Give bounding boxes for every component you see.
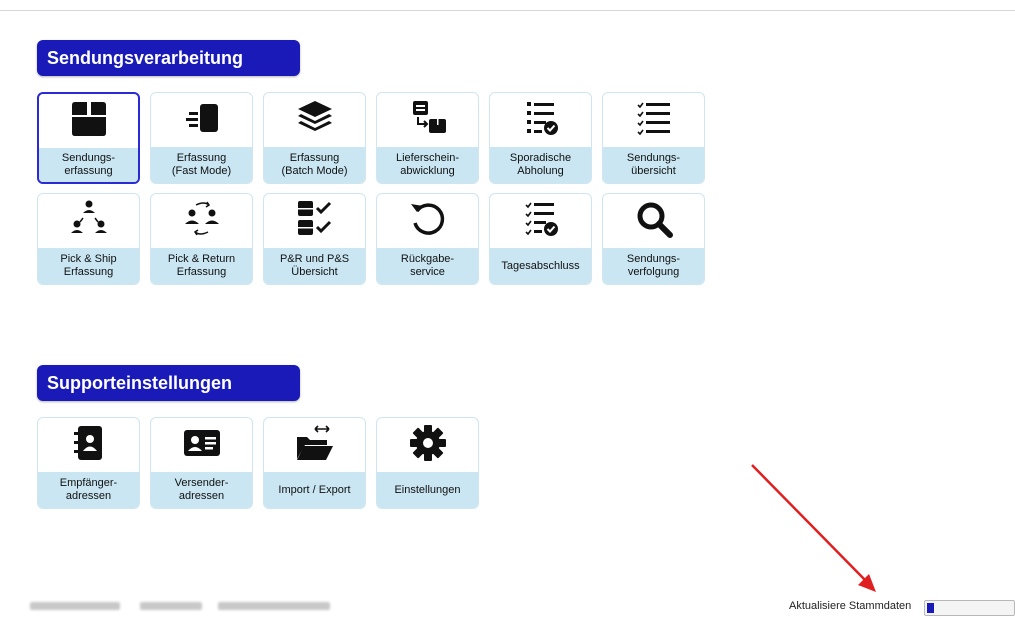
- tile-label: Sendungs- erfassung: [39, 148, 138, 182]
- people-network-icon: [69, 199, 109, 244]
- blurred-version-text: [140, 602, 202, 610]
- tile-rueckgabeservice[interactable]: Rückgabe- service: [376, 193, 479, 285]
- tile-label: Pick & Return Erfassung: [151, 248, 252, 284]
- tile-lieferschein[interactable]: Lieferschein- abwicklung: [376, 92, 479, 184]
- tile-pr-ps-uebersicht[interactable]: P&R und P&S Übersicht: [263, 193, 366, 285]
- tile-import-export[interactable]: Import / Export: [263, 417, 366, 509]
- tile-label: Versender- adressen: [151, 472, 252, 508]
- progress-bar: [924, 600, 1015, 616]
- return-icon: [408, 199, 448, 244]
- section-title-processing: Sendungsverarbeitung: [37, 40, 300, 76]
- delivery-note-icon: [408, 99, 448, 142]
- gear-icon: [408, 423, 448, 468]
- address-book-icon: [69, 423, 109, 468]
- tile-empfaengeradressen[interactable]: Empfänger- adressen: [37, 417, 140, 509]
- blurred-version-text: [30, 602, 120, 610]
- people-exchange-icon: [182, 199, 222, 244]
- blurred-version-text: [218, 602, 330, 610]
- magnifier-icon: [634, 199, 674, 244]
- tile-einstellungen[interactable]: Einstellungen: [376, 417, 479, 509]
- tile-label: Empfänger- adressen: [38, 472, 139, 508]
- tile-erfassung-fast[interactable]: Erfassung (Fast Mode): [150, 92, 253, 184]
- fast-box-icon: [182, 100, 222, 141]
- tile-label: P&R und P&S Übersicht: [264, 248, 365, 284]
- tile-pick-ship[interactable]: Pick & Ship Erfassung: [37, 193, 140, 285]
- progress-fill: [927, 603, 935, 613]
- layers-icon: [295, 99, 335, 142]
- list-check-icon: [521, 99, 561, 142]
- tile-label: Sporadische Abholung: [490, 147, 591, 183]
- tile-sendungsuebersicht[interactable]: Sendungs- übersicht: [602, 92, 705, 184]
- tile-tagesabschluss[interactable]: Tagesabschluss: [489, 193, 592, 285]
- tile-label: Sendungs- übersicht: [603, 147, 704, 183]
- status-label: Aktualisiere Stammdaten: [789, 600, 912, 612]
- tile-sendungsverfolgung[interactable]: Sendungs- verfolgung: [602, 193, 705, 285]
- tile-pick-return[interactable]: Pick & Return Erfassung: [150, 193, 253, 285]
- day-close-icon: [521, 200, 561, 243]
- tile-sporadische-abholung[interactable]: Sporadische Abholung: [489, 92, 592, 184]
- tile-label: Rückgabe- service: [377, 248, 478, 284]
- tile-label: Lieferschein- abwicklung: [377, 147, 478, 183]
- top-divider: [0, 10, 1015, 11]
- tile-label: Pick & Ship Erfassung: [38, 248, 139, 284]
- tile-label: Erfassung (Fast Mode): [151, 147, 252, 183]
- tile-erfassung-batch[interactable]: Erfassung (Batch Mode): [263, 92, 366, 184]
- tile-sendungserfassung[interactable]: Sendungs- erfassung: [37, 92, 140, 184]
- tile-versenderadressen[interactable]: Versender- adressen: [150, 417, 253, 509]
- folder-transfer-icon: [293, 423, 337, 468]
- tile-label: Erfassung (Batch Mode): [264, 147, 365, 183]
- tile-label: Sendungs- verfolgung: [603, 248, 704, 284]
- section-title-support: Supporteinstellungen: [37, 365, 300, 401]
- tile-label: Tagesabschluss: [490, 248, 591, 284]
- checklist-icon: [634, 99, 674, 142]
- tile-label: Import / Export: [264, 472, 365, 508]
- boxes-check-icon: [295, 199, 335, 244]
- tile-label: Einstellungen: [377, 472, 478, 508]
- id-card-icon: [182, 425, 222, 466]
- box-icon: [69, 101, 109, 142]
